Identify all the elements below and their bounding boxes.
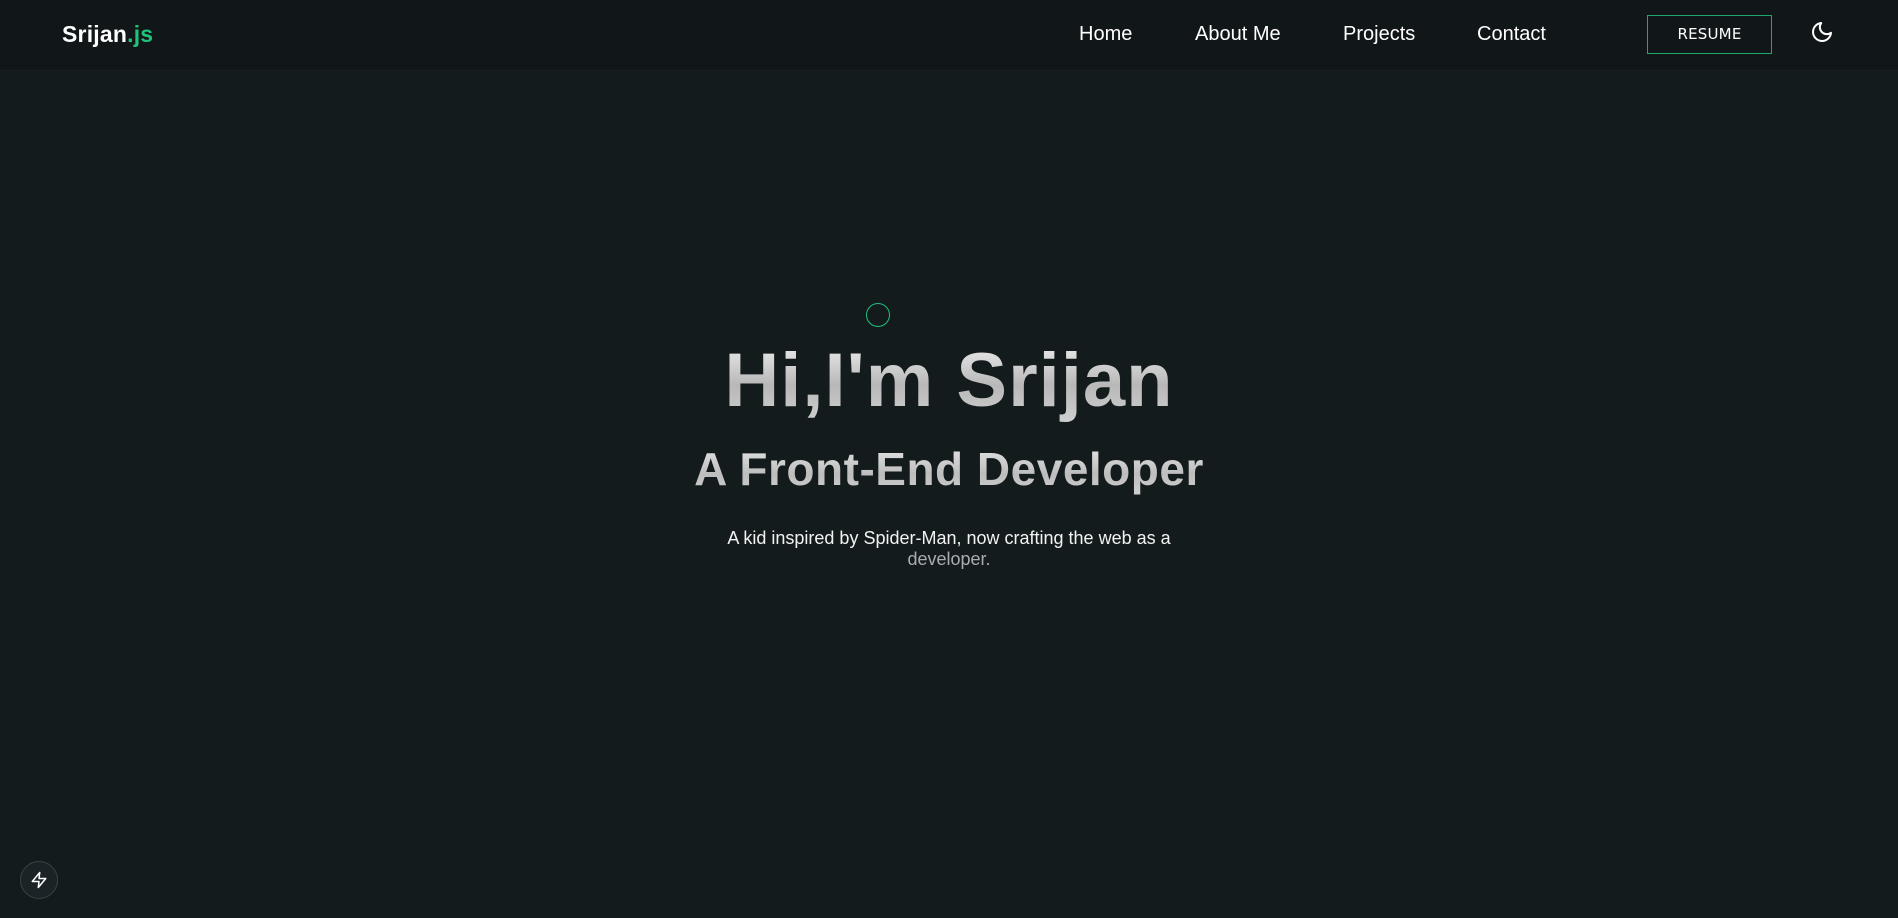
nav-contact[interactable]: Contact <box>1477 21 1546 47</box>
hero-description-tail: developer. <box>907 549 991 569</box>
quick-action-button[interactable] <box>20 861 58 899</box>
lightning-icon <box>31 871 47 889</box>
moon-icon[interactable] <box>1810 20 1834 44</box>
resume-button[interactable]: RESUME <box>1647 15 1772 54</box>
cursor-ring-icon <box>866 303 890 327</box>
nav-about-me[interactable]: About Me <box>1195 21 1281 47</box>
page: Srijan.js Home About Me Projects Contact… <box>0 0 1898 918</box>
hero-description-main: A kid inspired by Spider-Man, now crafti… <box>727 528 1171 548</box>
brand-logo[interactable]: Srijan.js <box>62 20 153 48</box>
brand-suffix: .js <box>127 21 154 47</box>
brand-name: Srijan <box>62 21 128 47</box>
nav-projects[interactable]: Projects <box>1343 21 1415 47</box>
hero-description: A kid inspired by Spider-Man, now crafti… <box>725 528 1173 570</box>
navbar: Srijan.js Home About Me Projects Contact… <box>0 0 1898 70</box>
hero-subtitle: A Front-End Developer <box>0 443 1898 495</box>
nav-home[interactable]: Home <box>1079 21 1132 47</box>
hero-title: Hi,I'm Srijan <box>0 338 1898 424</box>
